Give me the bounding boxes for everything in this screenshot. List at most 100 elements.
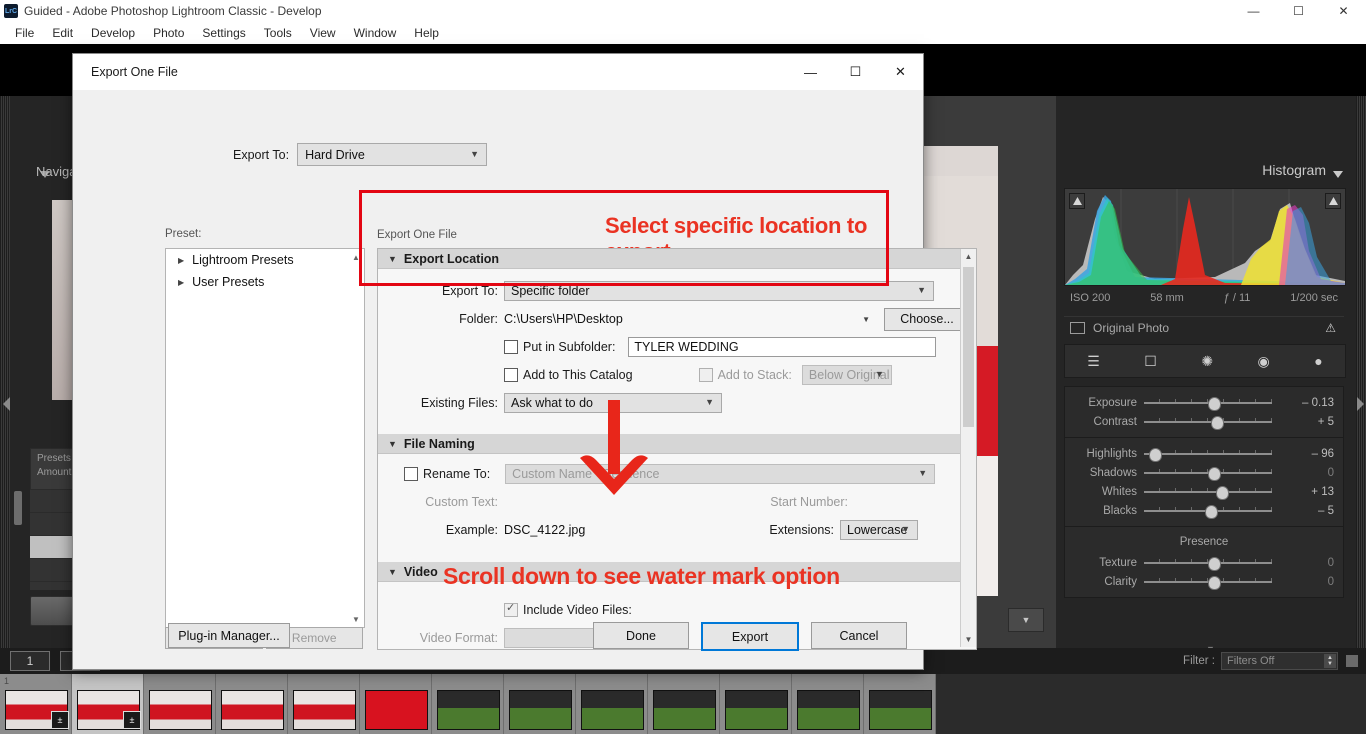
window-close-button[interactable]: ✕ [1321, 0, 1366, 22]
masking-icon[interactable]: ● [1314, 353, 1322, 369]
slider-value-clarity[interactable]: 0 [1272, 576, 1342, 588]
slider-value-whites[interactable]: + 13 [1272, 486, 1342, 498]
filter-spinner-icon[interactable]: ▲ ▼ [1324, 654, 1336, 668]
folder-path-value[interactable]: C:\Users\HP\Desktop [504, 312, 854, 326]
subfolder-name-input[interactable]: TYLER WEDDING [628, 337, 937, 357]
slider-value-contrast[interactable]: + 5 [1272, 416, 1342, 428]
chevron-down-icon: ▼ [470, 148, 480, 159]
export-to-select[interactable]: Hard Drive ▼ [297, 143, 488, 166]
slider-track-texture[interactable] [1144, 556, 1272, 571]
menu-item-photo[interactable]: Photo [144, 24, 193, 42]
plugin-manager-button[interactable]: Plug-in Manager... [168, 623, 290, 648]
folder-history-icon[interactable]: ▼ [854, 315, 870, 324]
rename-to-checkbox[interactable] [404, 467, 418, 481]
choose-folder-button[interactable]: Choose... [884, 307, 970, 331]
export-dialog-close-button[interactable]: ✕ [878, 54, 923, 90]
filmstrip-thumb[interactable] [432, 674, 504, 734]
slider-value-shadows[interactable]: 0 [1272, 467, 1342, 479]
slider-track-clarity[interactable] [1144, 575, 1272, 590]
put-in-subfolder-checkbox[interactable] [504, 340, 518, 354]
basic-adjust-icon[interactable]: ☰ [1087, 353, 1100, 370]
filmstrip-thumb-selected[interactable]: ± [72, 674, 144, 734]
menu-item-help[interactable]: Help [405, 24, 448, 42]
red-eye-icon[interactable]: ◉ [1258, 353, 1270, 370]
filmstrip-thumb[interactable] [360, 674, 432, 734]
section-header-file-naming[interactable]: ▼ File Naming [378, 434, 976, 454]
canvas-dropdown-button[interactable]: ▼ [1008, 608, 1044, 632]
filmstrip-thumb[interactable] [792, 674, 864, 734]
collapse-triangle-icon[interactable]: ▼ [388, 254, 397, 264]
right-panel-collapse-icon[interactable] [1356, 396, 1365, 412]
scroll-up-icon[interactable]: ▲ [961, 249, 976, 264]
expand-triangle-icon[interactable]: ▶ [178, 278, 184, 287]
highlight-clipping-icon[interactable] [1325, 193, 1341, 209]
extensions-select[interactable]: Lowercase ▼ [840, 520, 918, 540]
filmstrip-thumb[interactable] [864, 674, 936, 734]
histogram-chart[interactable] [1064, 188, 1346, 286]
collapse-triangle-icon[interactable]: ▼ [388, 439, 397, 449]
scroll-down-icon[interactable]: ▼ [349, 612, 363, 626]
slider-track-whites[interactable] [1144, 485, 1272, 500]
menu-item-file[interactable]: File [6, 24, 43, 42]
scroll-down-icon[interactable]: ▼ [961, 632, 976, 647]
filmstrip-thumb[interactable]: 1 ± [0, 674, 72, 734]
slider-value-highlights[interactable]: – 96 [1272, 448, 1342, 460]
slider-track-shadows[interactable] [1144, 466, 1272, 481]
shadow-clipping-icon[interactable] [1069, 193, 1085, 209]
original-photo-row[interactable]: Original Photo ⚠ [1064, 316, 1344, 339]
section-header-export-location[interactable]: ▼ Export Location [378, 249, 976, 269]
menu-item-edit[interactable]: Edit [43, 24, 82, 42]
warning-icon[interactable]: ⚠ [1325, 321, 1336, 335]
filmstrip-thumb[interactable] [144, 674, 216, 734]
filter-toggle-icon[interactable] [1346, 655, 1358, 667]
preset-item-user-presets[interactable]: ▶ User Presets [166, 271, 364, 293]
filmstrip-thumb[interactable] [504, 674, 576, 734]
page-chip-1[interactable]: 1 [10, 651, 50, 671]
add-to-catalog-checkbox[interactable] [504, 368, 518, 382]
slider-track-exposure[interactable] [1144, 396, 1272, 411]
slider-value-texture[interactable]: 0 [1272, 557, 1342, 569]
filmstrip[interactable]: 1 ± ± [0, 674, 1366, 734]
filter-select[interactable]: Filters Off ▲ ▼ [1221, 652, 1338, 670]
export-dialog-maximize-button[interactable]: ☐ [833, 54, 878, 90]
preset-list-scrollbar[interactable]: ▲ ▼ [349, 250, 363, 626]
left-panel-collapse-icon[interactable] [2, 396, 12, 412]
slider-value-blacks[interactable]: – 5 [1272, 505, 1342, 517]
menu-item-tools[interactable]: Tools [255, 24, 301, 42]
window-maximize-button[interactable]: ☐ [1276, 0, 1321, 22]
menu-item-view[interactable]: View [301, 24, 345, 42]
slider-track-blacks[interactable] [1144, 504, 1272, 519]
scrollbar-thumb[interactable] [963, 267, 974, 427]
menu-item-settings[interactable]: Settings [193, 24, 254, 42]
preset-list[interactable]: ▶ Lightroom Presets ▶ User Presets ▲ ▼ [165, 248, 365, 628]
spot-removal-icon[interactable]: ✺ [1201, 353, 1213, 370]
window-minimize-button[interactable]: — [1231, 0, 1276, 22]
filmstrip-thumb[interactable] [216, 674, 288, 734]
preset-item-lightroom-presets[interactable]: ▶ Lightroom Presets [166, 249, 364, 271]
right-panel-grip[interactable] [1356, 96, 1366, 656]
menu-item-develop[interactable]: Develop [82, 24, 144, 42]
menu-item-window[interactable]: Window [345, 24, 406, 42]
left-panel-grip[interactable] [0, 96, 10, 656]
histogram-disclosure-icon[interactable] [1333, 166, 1344, 184]
filmstrip-thumb[interactable] [576, 674, 648, 734]
include-video-checkbox[interactable] [504, 601, 518, 617]
filmstrip-thumb[interactable] [720, 674, 792, 734]
slider-track-contrast[interactable] [1144, 415, 1272, 430]
filmstrip-thumb[interactable] [288, 674, 360, 734]
settings-pane-scrollbar[interactable]: ▲ ▼ [960, 249, 976, 647]
collapse-triangle-icon[interactable]: ▼ [388, 567, 397, 577]
filmstrip-thumb[interactable] [648, 674, 720, 734]
crop-tool-icon[interactable]: ☐ [1144, 353, 1157, 370]
left-panel-scrollbar-thumb[interactable] [14, 491, 22, 525]
slider-track-highlights[interactable] [1144, 447, 1272, 462]
export-location-to-select[interactable]: Specific folder ▼ [504, 281, 934, 301]
filmstrip-edit-badge-icon: ± [123, 711, 141, 729]
done-button[interactable]: Done [593, 622, 689, 649]
expand-triangle-icon[interactable]: ▶ [178, 256, 184, 265]
slider-value-exposure[interactable]: – 0.13 [1272, 397, 1342, 409]
cancel-button[interactable]: Cancel [811, 622, 907, 649]
export-dialog-minimize-button[interactable]: — [788, 54, 833, 90]
scroll-up-icon[interactable]: ▲ [349, 250, 363, 264]
export-button[interactable]: Export [701, 622, 799, 651]
